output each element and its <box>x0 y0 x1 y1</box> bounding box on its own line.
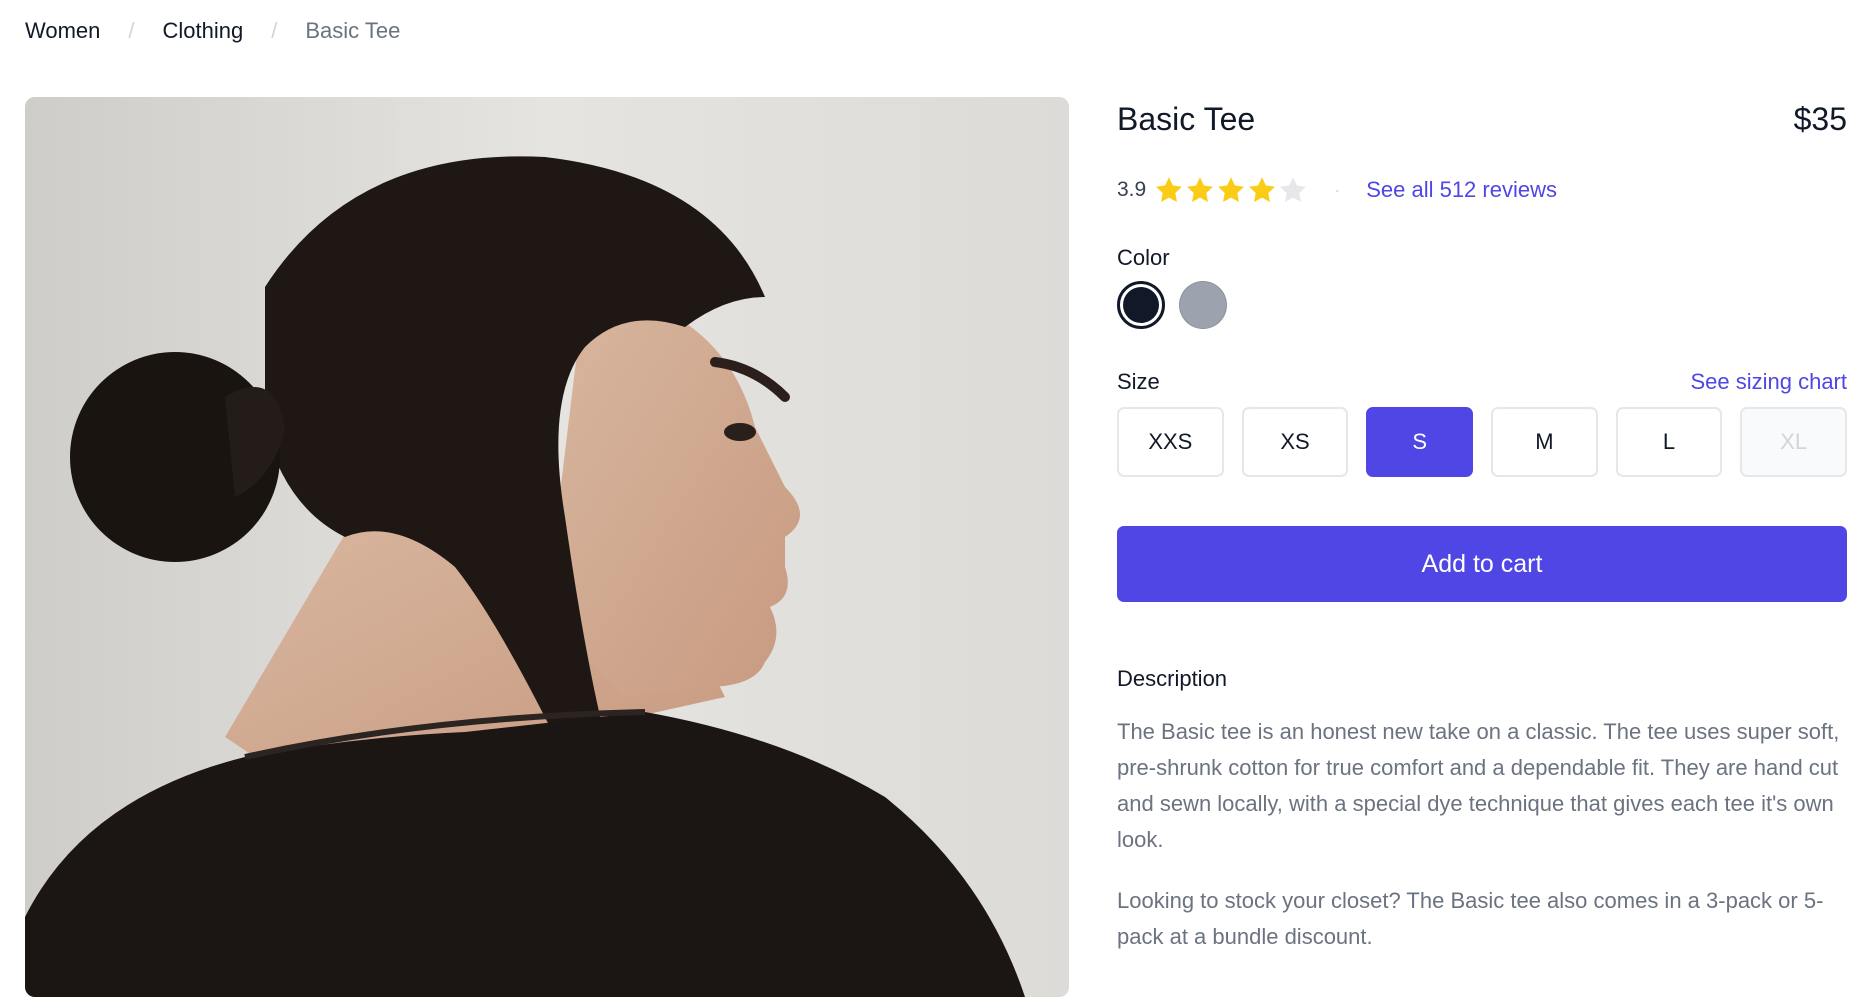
size-option-s[interactable]: S <box>1366 407 1474 477</box>
star-filled-icon <box>1187 177 1214 202</box>
breadcrumb-separator: / <box>128 18 135 43</box>
size-option-m[interactable]: M <box>1491 407 1598 477</box>
rating-value: 3.9 <box>1117 178 1147 201</box>
size-option-xs[interactable]: XS <box>1241 407 1349 477</box>
size-option-xxs[interactable]: XXS <box>1117 407 1224 477</box>
size-header: Size See sizing chart <box>1117 369 1847 395</box>
size-options: XXS XS S M L XL <box>1117 407 1848 477</box>
color-swatch-heather-grey[interactable] <box>1179 281 1227 329</box>
product-title: Basic Tee <box>1117 100 1256 137</box>
size-label: Size <box>1117 369 1160 394</box>
breadcrumb: Women / Clothing / Basic Tee <box>25 18 400 44</box>
product-price: $35 <box>1793 100 1847 137</box>
size-option-xl: XL <box>1740 407 1848 477</box>
product-info: Basic Tee $35 3.9 · See all 512 reviews … <box>1117 97 1848 955</box>
rating-row: 3.9 · See all 512 reviews <box>1117 175 1847 205</box>
separator-dot: · <box>1334 179 1341 200</box>
breadcrumb-clothing[interactable]: Clothing <box>163 18 244 44</box>
breadcrumb-separator: / <box>271 18 278 43</box>
breadcrumb-women[interactable]: Women <box>25 18 100 44</box>
see-reviews-link[interactable]: See all 512 reviews <box>1366 177 1557 203</box>
star-filled-icon <box>1218 177 1245 202</box>
star-filled-icon <box>1156 177 1183 202</box>
swatch-fill <box>1123 287 1159 323</box>
description-label: Description <box>1117 666 1228 691</box>
size-option-l[interactable]: L <box>1615 407 1723 477</box>
add-to-cart-button[interactable]: Add to cart <box>1117 526 1847 602</box>
product-image <box>25 97 1069 997</box>
rating-stars <box>1154 175 1308 205</box>
star-empty-icon <box>1280 177 1307 202</box>
title-row: Basic Tee $35 <box>1117 97 1847 141</box>
color-label: Color <box>1117 245 1170 270</box>
description-paragraph: Looking to stock your closet? The Basic … <box>1117 888 1824 949</box>
color-swatches <box>1117 281 1847 329</box>
description-paragraph: The Basic tee is an honest new take on a… <box>1117 719 1840 852</box>
sizing-chart-link[interactable]: See sizing chart <box>1690 369 1847 395</box>
color-swatch-black[interactable] <box>1117 281 1165 329</box>
breadcrumb-current: Basic Tee <box>305 18 401 43</box>
swatch-fill <box>1179 281 1227 329</box>
star-filled-icon <box>1249 177 1276 202</box>
